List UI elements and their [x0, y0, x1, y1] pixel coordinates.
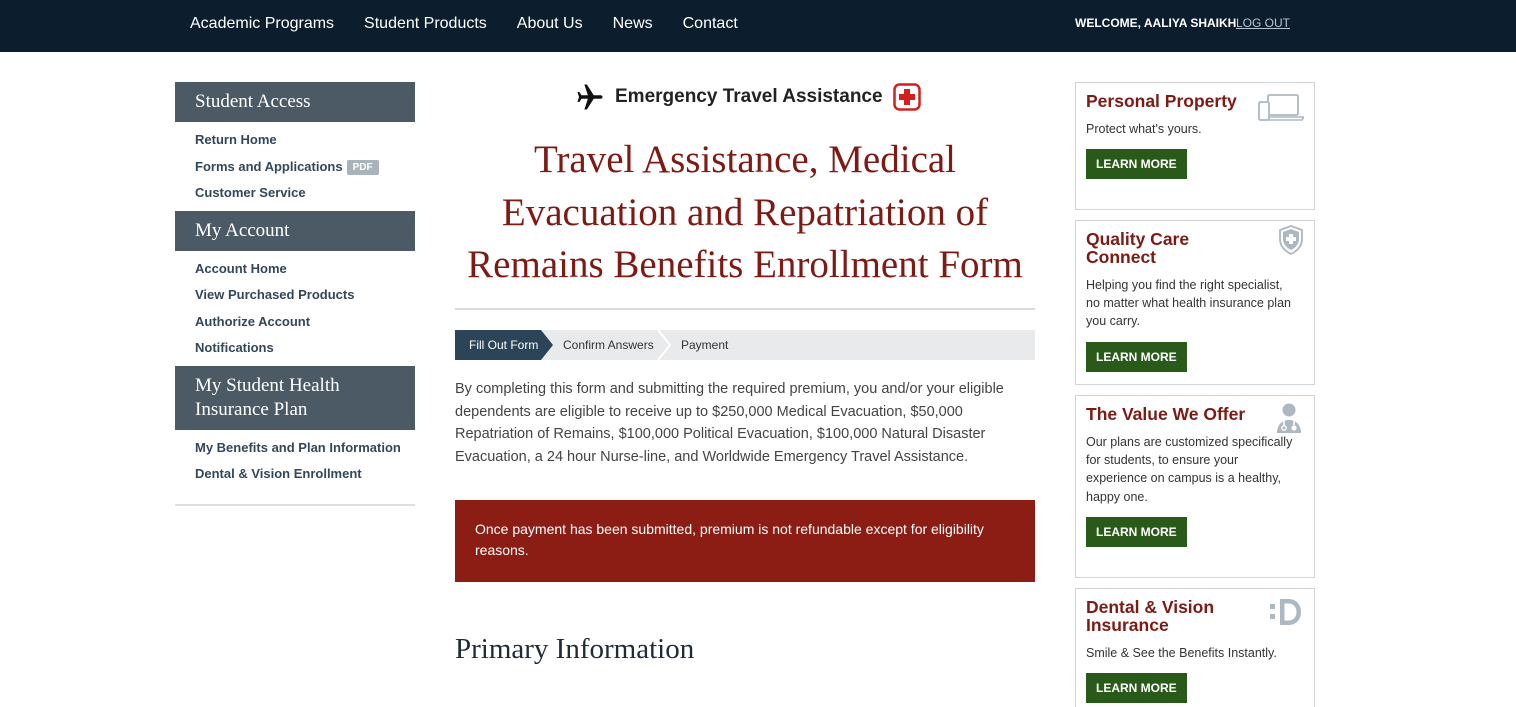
learn-more-button[interactable]: LEARN MORE [1086, 341, 1187, 372]
welcome-text: WELCOME, AALIYA SHAIKH [1075, 16, 1237, 30]
top-navigation: Academic Programs Student Products About… [0, 0, 1516, 52]
learn-more-button[interactable]: LEARN MORE [1086, 673, 1187, 704]
nav-student-products[interactable]: Student Products [364, 15, 487, 33]
sidebar-heading-line: My Student Health [195, 374, 340, 396]
sidebar-heading-student-access: Student Access [175, 82, 415, 122]
promo-title-line: Insurance [1086, 615, 1169, 635]
step-active-arrow [541, 330, 553, 360]
sidebar-heading-health-plan: My Student Health Insurance Plan [175, 365, 415, 430]
promo-title: The Value We Offer [1086, 404, 1246, 424]
promo-title: Personal Property [1086, 91, 1237, 111]
sidebar-item-label[interactable]: Forms and Applications [195, 159, 343, 174]
eta-title: Emergency Travel Assistance [615, 86, 883, 107]
promo-text: Our plans are customized specifically fo… [1086, 433, 1308, 506]
refund-alert: Once payment has been submitted, premium… [455, 500, 1035, 582]
learn-more-button[interactable]: LEARN MORE [1086, 516, 1187, 547]
main-menu: Academic Programs Student Products About… [190, 0, 768, 48]
learn-more-button[interactable]: LEARN MORE [1086, 149, 1187, 180]
progress-steps: Fill Out Form Confirm Answers Payment [455, 330, 1035, 360]
shield-cross-icon [1279, 225, 1303, 255]
promo-text-line: Our plans are customized specifically [1086, 435, 1293, 449]
sidebar: Student Access Return Home Forms and App… [175, 82, 415, 506]
sidebar-list-student-access: Return Home Forms and Applications PDF Cu… [175, 122, 415, 211]
nav-academic-programs[interactable]: Academic Programs [190, 15, 334, 33]
promo-text-line: no matter what health insurance plan [1086, 296, 1291, 311]
step-fill-out-form[interactable]: Fill Out Form [455, 330, 541, 360]
promo-personal-property: Personal Property Protect what's yours. … [1075, 82, 1315, 210]
promo-text-line: for students, to ensure your [1086, 453, 1239, 468]
sidebar-item-customer-service[interactable]: Customer Service [175, 180, 415, 207]
step-payment[interactable]: Payment [681, 330, 728, 360]
promo-title: Quality Care Connect [1086, 229, 1190, 267]
page-title: Travel Assistance, Medical Evacuation an… [455, 134, 1035, 292]
nav-about-us[interactable]: About Us [517, 15, 583, 33]
logout-link[interactable]: LOG OUT [1236, 16, 1290, 30]
intro-line: dependents are eligible to receive up to… [455, 403, 963, 420]
step-confirm-answers[interactable]: Confirm Answers [563, 330, 654, 360]
sidebar-item-notifications[interactable]: Notifications [175, 335, 415, 362]
section-title-primary-information: Primary Information [455, 633, 695, 665]
medical-cross-icon [892, 83, 921, 111]
sidebar-item-forms-and-applications[interactable]: Forms and Applications PDF [175, 154, 415, 181]
sidebar-item-dental-vision-enrollment[interactable]: Dental & Vision Enrollment [175, 461, 415, 488]
step-separator-icon [657, 330, 671, 360]
sidebar-divider [175, 503, 415, 506]
nav-news[interactable]: News [613, 15, 653, 33]
promo-title-line: Dental & Vision [1086, 597, 1215, 617]
intro-line: Evacuation, a 24 hour Nurse-line, and Wo… [455, 448, 969, 465]
promo-value-we-offer: The Value We Offer Our plans are customi… [1075, 395, 1315, 578]
alert-line: Once payment has been submitted, premium… [475, 521, 984, 537]
promo-text: Smile & See the Benefits Instantly. [1086, 644, 1308, 662]
intro-paragraph: By completing this form and submitting t… [455, 378, 1035, 468]
sidebar-list-health-plan: My Benefits and Plan Information Dental … [175, 430, 415, 492]
page-title-line: Remains Benefits Enrollment Form [467, 243, 1023, 286]
sidebar-item-return-home[interactable]: Return Home [175, 127, 415, 154]
doctor-icon [1277, 403, 1301, 433]
airplane-icon [577, 84, 603, 110]
intro-line: Repatriation of Remains, $100,000 Politi… [455, 426, 986, 442]
pdf-badge: PDF [346, 159, 379, 175]
smile-icon [1270, 599, 1301, 625]
sidebar-item-view-purchased-products[interactable]: View Purchased Products [175, 282, 415, 309]
alert-line: reasons. [475, 542, 529, 558]
sidebar-item-authorize-account[interactable]: Authorize Account [175, 309, 415, 336]
nav-contact[interactable]: Contact [683, 15, 738, 33]
promo-text-line: experience on campus is a healthy, [1086, 471, 1282, 486]
intro-line: By completing this form and submitting t… [455, 381, 1004, 397]
promo-text-line: happy one. [1086, 489, 1148, 504]
page-title-line: Travel Assistance, Medical [533, 138, 957, 181]
sidebar-heading-my-account: My Account [175, 210, 415, 251]
promo-title: Dental & Vision Insurance [1086, 598, 1261, 634]
sidebar-item-my-benefits[interactable]: My Benefits and Plan Information [175, 435, 415, 462]
promo-text: Helping you find the right specialist, n… [1086, 276, 1308, 331]
page-title-line: Evacuation and Repatriation of [501, 190, 989, 234]
sidebar-item-account-home[interactable]: Account Home [175, 256, 415, 283]
sidebar-list-my-account: Account Home View Purchased Products Aut… [175, 251, 415, 366]
title-divider [455, 308, 1035, 310]
promo-dental-vision: Dental & Vision Insurance Smile & See th… [1075, 588, 1315, 707]
promo-text-line: Smile & See the Benefits Instantly. [1086, 646, 1277, 660]
promo-text-line: you carry. [1086, 314, 1140, 329]
devices-icon [1258, 94, 1304, 121]
promo-quality-care-connect: Quality Care Connect Helping you find th… [1075, 220, 1315, 385]
sidebar-heading-line: Insurance Plan [195, 398, 308, 420]
eta-header: Emergency Travel Assistance [575, 82, 921, 112]
promo-text-line: Helping you find the right specialist, [1086, 278, 1283, 292]
